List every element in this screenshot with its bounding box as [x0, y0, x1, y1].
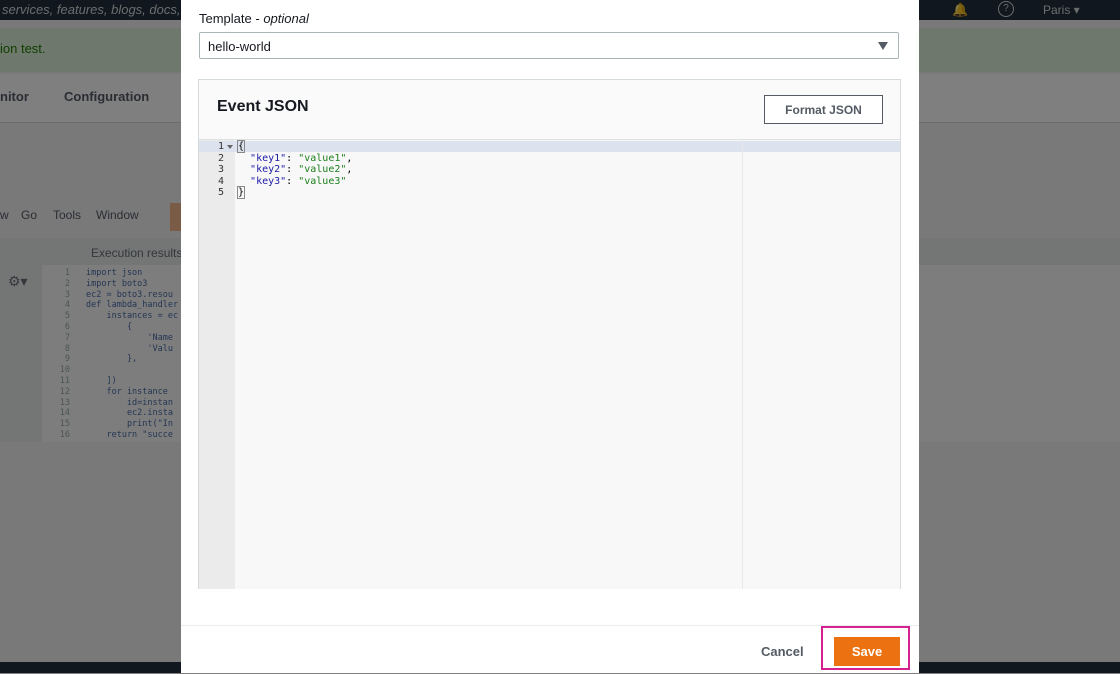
line-number: 2: [217, 152, 224, 164]
format-json-button[interactable]: Format JSON: [764, 95, 883, 124]
active-line-highlight: [199, 141, 900, 152]
cancel-button[interactable]: Cancel: [761, 644, 804, 659]
json-comma: ,: [346, 164, 353, 175]
template-optional-text: optional: [263, 11, 309, 26]
save-button[interactable]: Save: [834, 637, 900, 666]
code-line: }: [236, 186, 246, 199]
code-line: {: [236, 140, 246, 153]
event-json-title: Event JSON: [217, 98, 309, 115]
line-number: 4: [217, 175, 224, 187]
open-brace: {: [236, 140, 246, 153]
event-json-panel: Event JSON Format JSON 1 2 3 4 5 { "key1…: [198, 79, 901, 589]
json-key: "key1": [250, 152, 287, 164]
template-label: Template - optional: [199, 11, 309, 26]
json-key: "key3": [250, 175, 287, 187]
json-value: "value3": [298, 175, 347, 187]
code-line: "key2": "value2",: [250, 164, 353, 175]
json-value: "value1": [298, 152, 347, 164]
line-number: 3: [217, 164, 224, 175]
modal-footer: Cancel Save: [181, 625, 919, 674]
template-label-text: Template -: [199, 11, 264, 26]
template-select[interactable]: hello-world: [199, 32, 899, 59]
close-brace: }: [236, 186, 246, 199]
json-value: "value2": [298, 164, 347, 175]
code-line: "key3": "value3": [250, 175, 347, 187]
json-code-editor[interactable]: 1 2 3 4 5 { "key1": "value1", "key2": "v…: [199, 139, 900, 589]
template-select-value: hello-world: [208, 39, 271, 54]
code-line: "key1": "value1",: [250, 152, 353, 164]
print-margin: [742, 140, 743, 589]
line-number: 5: [217, 187, 224, 198]
line-number: 1: [217, 141, 224, 152]
json-key: "key2": [250, 164, 287, 175]
configure-test-event-modal: Template - optional hello-world Event JS…: [181, 0, 919, 673]
json-comma: ,: [346, 152, 353, 164]
editor-gutter: [199, 140, 235, 589]
fold-arrow-icon[interactable]: [227, 145, 233, 149]
caret-down-icon: [878, 42, 888, 50]
